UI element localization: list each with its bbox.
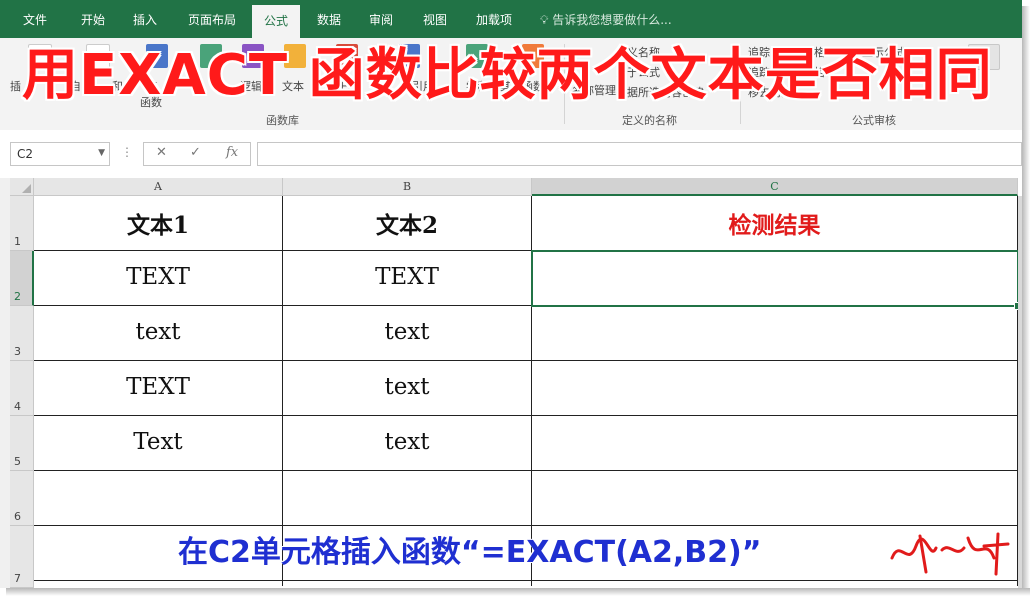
row-header-3[interactable]: 3 (10, 306, 34, 361)
window-shadow (1022, 6, 1030, 592)
cell-b4[interactable]: text (283, 374, 531, 400)
formula-input[interactable] (257, 142, 1022, 166)
instruction-caption: 在C2单元格插入函数“=EXACT(A2,B2)” (178, 535, 762, 570)
drag-handle-icon[interactable]: ⋮ (121, 145, 133, 159)
cell-border (34, 525, 1018, 526)
insert-function-label[interactable]: 插 (10, 78, 21, 94)
formula-buttons: ✕ ✓ fx (143, 142, 251, 166)
cell-a1[interactable]: 文本1 (34, 206, 282, 240)
worksheet-grid: A B C 1 2 3 4 5 6 7 文本1 文本2 检测结果 TEXT TE… (0, 178, 1022, 588)
row-number: 6 (14, 510, 21, 523)
tab-file[interactable]: 文件 (12, 0, 58, 38)
row-header-4[interactable]: 4 (10, 361, 34, 416)
row-number: 5 (14, 455, 21, 468)
tab-view[interactable]: 视图 (412, 0, 458, 38)
cell-b3[interactable]: text (283, 319, 531, 345)
column-header-c[interactable]: C (532, 178, 1018, 196)
menu-bar: 文件 开始 插入 页面布局 公式 数据 审阅 视图 加载项 💡︎ 告诉我您想要做… (0, 0, 1022, 38)
column-header-a[interactable]: A (34, 178, 283, 196)
row-header-1[interactable]: 1 (10, 196, 34, 251)
cell-a5[interactable]: Text (34, 429, 282, 455)
row-header-2[interactable]: 2 (10, 251, 34, 306)
row-number: 1 (14, 235, 21, 248)
tab-home[interactable]: 开始 (68, 0, 118, 38)
select-all-icon[interactable] (22, 184, 31, 193)
window-shadow (6, 588, 1030, 596)
cell-border (34, 360, 1018, 361)
cell-b1[interactable]: 文本2 (283, 206, 531, 240)
insert-function-fx-icon[interactable]: fx (226, 145, 238, 160)
banner-title: 用EXACT 函数比较两个文本是否相同 (22, 43, 993, 108)
select-all-corner[interactable] (10, 178, 34, 196)
cell-border (34, 415, 1018, 416)
row-number: 7 (14, 572, 21, 585)
tab-page-layout[interactable]: 页面布局 (178, 0, 246, 38)
cell-a4[interactable]: TEXT (34, 374, 282, 400)
tell-me-search[interactable]: 💡︎ 告诉我您想要做什么... (540, 0, 672, 38)
lightbulb-icon: 💡︎ (540, 13, 549, 27)
row-number: 3 (14, 345, 21, 358)
tell-me-text: 告诉我您想要做什么... (552, 13, 672, 27)
name-box[interactable]: C2 ▼ (10, 142, 110, 166)
group-defined-names: 定义的名称 (622, 114, 677, 127)
cell-border (34, 470, 1018, 471)
tab-addins[interactable]: 加载项 (466, 0, 522, 38)
row-header-6[interactable]: 6 (10, 471, 34, 526)
formula-bar: C2 ▼ ⋮ ✕ ✓ fx (0, 130, 1022, 179)
cell-b5[interactable]: text (283, 429, 531, 455)
chevron-down-icon[interactable]: ▼ (98, 148, 105, 158)
column-header-b[interactable]: B (283, 178, 532, 196)
tab-data[interactable]: 数据 (306, 0, 352, 38)
group-function-library: 函数库 (266, 114, 299, 127)
group-formula-auditing: 公式审核 (852, 114, 896, 127)
row-number: 4 (14, 400, 21, 413)
tab-review[interactable]: 审阅 (358, 0, 404, 38)
tab-insert[interactable]: 插入 (122, 0, 168, 38)
row-header-5[interactable]: 5 (10, 416, 34, 471)
tab-formulas[interactable]: 公式 (252, 5, 300, 38)
name-box-value: C2 (17, 147, 34, 161)
cell-a2[interactable]: TEXT (34, 264, 282, 290)
excel-window: 文件 开始 插入 页面布局 公式 数据 审阅 视图 加载项 💡︎ 告诉我您想要做… (0, 0, 1022, 588)
cancel-icon[interactable]: ✕ (156, 145, 167, 160)
cell-c1[interactable]: 检测结果 (532, 206, 1017, 240)
cell-a3[interactable]: text (34, 319, 282, 345)
signature-logo (890, 532, 1010, 576)
selected-cell-outline (531, 250, 1019, 307)
cell-border (34, 580, 1018, 581)
enter-icon[interactable]: ✓ (190, 145, 201, 160)
row-header-7[interactable]: 7 (10, 526, 34, 588)
cell-b2[interactable]: TEXT (283, 264, 531, 290)
row-number: 2 (14, 290, 21, 303)
left-margin (0, 178, 10, 588)
